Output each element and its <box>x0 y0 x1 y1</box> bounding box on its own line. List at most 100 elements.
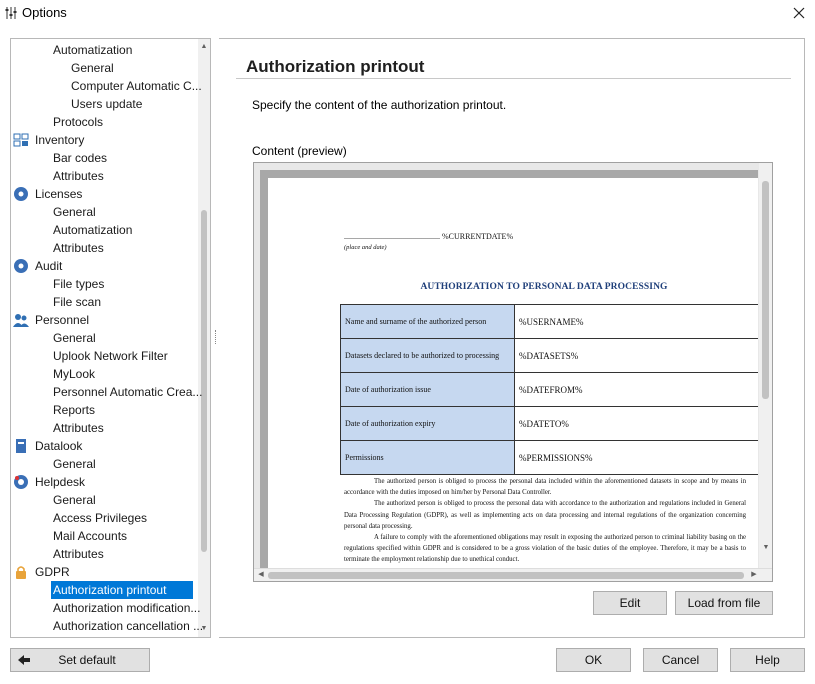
tree-item[interactable]: Authorization cancellation ... <box>51 617 205 635</box>
tree-item-label: Helpdesk <box>35 475 86 489</box>
tree-item-label: General <box>71 61 114 75</box>
tree-item[interactable]: Personnel Automatic Crea... <box>51 383 204 401</box>
tree-item-label: Personnel <box>35 313 90 327</box>
tree-category[interactable]: Licenses <box>14 185 84 203</box>
tree-category[interactable]: Helpdesk <box>14 473 87 491</box>
set-default-button[interactable]: Set default <box>10 648 150 672</box>
tree-item-label: Mail Accounts <box>53 529 128 543</box>
preview-vscroll-thumb[interactable] <box>762 181 769 399</box>
window-title: Options <box>22 5 67 20</box>
row-value: %DATASETS% <box>514 338 758 373</box>
tree-item[interactable]: Automatization <box>51 41 134 59</box>
tree-item-label: General <box>53 331 96 345</box>
ok-button[interactable]: OK <box>556 648 631 672</box>
table-row: Permissions %PERMISSIONS% <box>340 440 758 475</box>
tree-category[interactable]: Datalook <box>16 437 84 455</box>
set-default-label: Set default <box>58 653 116 667</box>
options-tree[interactable]: ▲ ▼ Automatization General Computer Automa… <box>10 38 211 638</box>
tree-item[interactable]: Users update <box>69 95 144 113</box>
preview-hscroll-thumb[interactable] <box>268 572 744 579</box>
authorization-table: Name and surname of the authorized perso… <box>340 304 758 475</box>
scroll-left-icon[interactable]: ◀ <box>255 569 267 581</box>
table-row: Date of authorization expiry %DATETO% <box>340 406 758 441</box>
tree-item-label: GDPR <box>35 565 70 579</box>
preview-vertical-scrollbar[interactable]: ▼ <box>759 163 772 568</box>
tree-item-label: Attributes <box>53 547 104 561</box>
document-body: The authorized person is obliged to proc… <box>344 476 746 566</box>
edit-button[interactable]: Edit <box>593 591 667 615</box>
tree-category[interactable]: Audit <box>14 257 64 275</box>
tree-item-label: Datalook <box>35 439 83 453</box>
tree-item[interactable]: File scan <box>51 293 103 311</box>
tree-item[interactable]: Mail Accounts <box>51 527 129 545</box>
tree-item-label: Attributes <box>53 241 104 255</box>
tree-item[interactable]: Protocols <box>51 113 105 131</box>
tree-item-label: Audit <box>35 259 63 273</box>
table-row: Name and surname of the authorized perso… <box>340 304 758 339</box>
title-divider <box>236 78 791 79</box>
tree-item[interactable]: General <box>51 491 98 509</box>
personnel-icon <box>13 314 29 327</box>
tree-item[interactable]: Computer Automatic C... <box>69 77 204 95</box>
panel-splitter[interactable] <box>215 330 217 344</box>
tree-scrollbar[interactable]: ▲ ▼ <box>198 39 210 637</box>
tree-item[interactable]: Attributes <box>51 239 106 257</box>
date-line: ........................................… <box>344 232 514 241</box>
tree-item[interactable]: General <box>51 203 98 221</box>
row-key: Permissions <box>340 440 515 475</box>
cancel-button[interactable]: Cancel <box>643 648 718 672</box>
tree-item-label: MyLook <box>53 367 96 381</box>
tree-item-label: Authorization cancellation ... <box>53 619 204 633</box>
tree-item-label: Uplook Network Filter <box>53 349 168 363</box>
page-description: Specify the content of the authorization… <box>252 98 507 112</box>
load-from-file-button[interactable]: Load from file <box>675 591 773 615</box>
arrow-left-icon <box>18 655 30 665</box>
row-value: %DATETO% <box>514 406 758 441</box>
tree-item-label: Attributes <box>53 421 104 435</box>
tree-item-label: Users update <box>71 97 143 111</box>
scroll-down-icon[interactable]: ▼ <box>760 542 772 554</box>
preview-canvas: ........................................… <box>260 170 758 578</box>
tree-item[interactable]: General <box>51 329 98 347</box>
tree-item-label: Licenses <box>35 187 83 201</box>
close-button[interactable] <box>787 2 811 24</box>
preview-horizontal-scrollbar[interactable]: ◀ ▶ <box>254 568 772 581</box>
scroll-right-icon[interactable]: ▶ <box>748 569 760 581</box>
tree-item[interactable]: Access Privileges <box>51 509 149 527</box>
tree-category[interactable]: Inventory <box>13 131 86 149</box>
tree-category[interactable]: Personnel <box>13 311 91 329</box>
tree-category[interactable]: GDPR <box>16 563 72 581</box>
row-key: Date of authorization expiry <box>340 406 515 441</box>
tree-item-label: File scan <box>53 295 102 309</box>
content-preview-label: Content (preview) <box>252 144 347 158</box>
tree-item[interactable]: Automatization <box>51 221 134 239</box>
tree-item[interactable]: Attributes <box>51 419 106 437</box>
tree-item-label: General <box>53 493 96 507</box>
row-key: Date of authorization issue <box>340 372 515 407</box>
tree-item[interactable]: File types <box>51 275 106 293</box>
table-row: Datasets declared to be authorized to pr… <box>340 338 758 373</box>
tree-item-label: Personnel Automatic Crea... <box>53 385 203 399</box>
tree-category[interactable]: Direct LDG <box>33 635 96 637</box>
tree-item[interactable]: Uplook Network Filter <box>51 347 170 365</box>
tree-item[interactable]: General <box>51 455 98 473</box>
scroll-up-icon[interactable]: ▲ <box>198 41 210 53</box>
licenses-icon <box>14 187 28 201</box>
tree-item-label: General <box>53 457 96 471</box>
tree-item[interactable]: Reports <box>51 401 97 419</box>
content-preview[interactable]: ........................................… <box>253 162 773 582</box>
tree-item[interactable]: Bar codes <box>51 149 109 167</box>
tree-item[interactable]: General <box>69 59 116 77</box>
tree-scroll-thumb[interactable] <box>201 210 207 552</box>
close-icon <box>793 7 805 19</box>
tree-item[interactable]: Attributes <box>51 545 106 563</box>
row-key: Datasets declared to be authorized to pr… <box>340 338 515 373</box>
tree-item[interactable]: Attributes <box>51 167 106 185</box>
datalook-icon <box>16 439 26 453</box>
tree-item-label: Automatization <box>53 43 133 57</box>
tree-item[interactable]: MyLook <box>51 365 97 383</box>
tree-item-selected[interactable]: Authorization printout <box>51 581 193 599</box>
help-button[interactable]: Help <box>730 648 805 672</box>
row-value: %PERMISSIONS% <box>514 440 758 475</box>
tree-item[interactable]: Authorization modification... <box>51 599 202 617</box>
